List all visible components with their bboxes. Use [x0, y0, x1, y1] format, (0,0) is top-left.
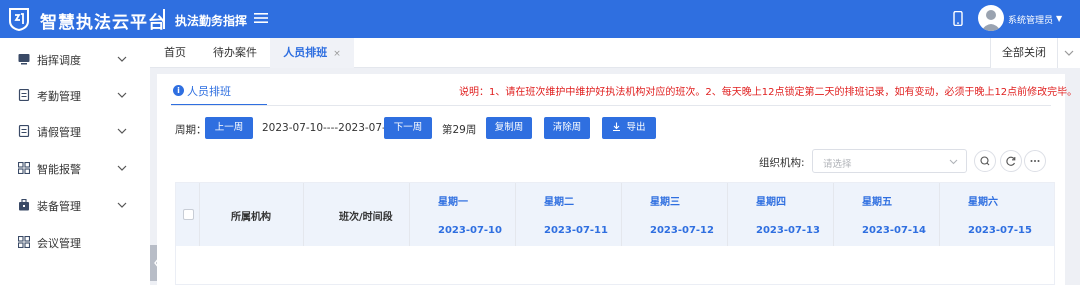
more-icon [1030, 160, 1040, 162]
day-date: 2023-07-14 [862, 225, 926, 236]
header-day: 星期二 2023-07-11 [516, 183, 622, 246]
day-name: 星期一 [438, 197, 468, 208]
top-bar: 智慧执法云平台 执法勤务指挥 系统管理员 ▼ [0, 0, 1080, 38]
panel-tab-staff-scheduling[interactable]: i 人员排班 [171, 80, 267, 106]
week-number: 第29周 [442, 124, 477, 136]
clear-week-button[interactable]: 清除周 [544, 117, 590, 139]
logo-icon [9, 8, 29, 31]
org-select-placeholder: 请选择 [823, 159, 852, 170]
day-date: 2023-07-13 [756, 225, 820, 236]
day-name: 星期六 [968, 197, 998, 208]
column-header: 所属机构 [231, 212, 271, 223]
export-label: 导出 [626, 122, 646, 133]
sidebar-item-label: 请假管理 [37, 126, 81, 139]
tab-home[interactable]: 首页 [150, 38, 200, 68]
more-button[interactable] [1024, 150, 1046, 172]
chevron-down-icon [117, 92, 127, 98]
more-tabs-button[interactable] [1058, 38, 1080, 68]
header-day: 星期四 2023-07-13 [728, 183, 834, 246]
caret-down-icon[interactable]: ▼ [1056, 14, 1062, 23]
column-header: 班次/时间段 [339, 212, 393, 223]
grid-icon [18, 162, 30, 174]
header-day: 星期六 2023-07-15 [940, 183, 1054, 246]
header-org: 所属机构 [200, 183, 304, 246]
copy-week-button[interactable]: 复制周 [486, 117, 532, 139]
header-day: 星期三 2023-07-12 [622, 183, 728, 246]
sidebar-item-attendance[interactable]: 考勤管理 [0, 78, 150, 114]
schedule-table: 所属机构 班次/时间段 星期一 2023-07-10 星期二 2023-07-1… [175, 182, 1055, 285]
export-button[interactable]: 导出 [602, 117, 656, 139]
day-date: 2023-07-11 [544, 225, 608, 236]
chevron-down-icon [1064, 50, 1074, 56]
sidebar-item-label: 指挥调度 [37, 54, 81, 67]
dispatch-icon [18, 54, 30, 65]
week-controls: 周期： 上一周 2023-07-10----2023-07-16 下一周 第29… [157, 117, 1065, 139]
next-week-button[interactable]: 下一周 [384, 117, 432, 139]
date-range: 2023-07-10----2023-07-16 [262, 122, 400, 134]
close-all-tabs-button[interactable]: 全部关闭 [990, 38, 1058, 68]
day-name: 星期二 [544, 197, 574, 208]
sidebar-item-leave[interactable]: 请假管理 [0, 114, 150, 150]
user-avatar-icon [981, 10, 1001, 31]
header-shift: 班次/时间段 [304, 183, 410, 246]
app-title: 智慧执法云平台 [40, 13, 166, 33]
search-icon [980, 156, 990, 166]
tab-close-icon[interactable]: × [333, 49, 341, 59]
refresh-button[interactable] [1000, 150, 1022, 172]
menu-toggle-icon[interactable] [254, 12, 268, 24]
sidebar-item-label: 智能报警 [37, 163, 81, 176]
org-label: 组织机构: [759, 157, 805, 169]
search-button[interactable] [974, 150, 996, 172]
header-day: 星期五 2023-07-14 [834, 183, 940, 246]
equipment-icon [19, 199, 29, 211]
mobile-icon[interactable] [953, 11, 963, 26]
sidebar: 指挥调度 考勤管理 请假管理 智能报警 装备管理 会议管理 [0, 38, 150, 285]
title-divider [163, 9, 165, 29]
tab-staff-scheduling[interactable]: 人员排班 × [270, 38, 354, 68]
panel-tab-label: 人员排班 [187, 85, 231, 98]
day-date: 2023-07-10 [438, 225, 502, 236]
chevron-down-icon [117, 128, 127, 134]
sidebar-item-label: 考勤管理 [37, 90, 81, 103]
day-name: 星期三 [650, 197, 680, 208]
sidebar-item-meeting[interactable]: 会议管理 [0, 225, 150, 261]
day-name: 星期四 [756, 197, 786, 208]
tab-label: 首页 [164, 46, 186, 59]
table-header: 所属机构 班次/时间段 星期一 2023-07-10 星期二 2023-07-1… [176, 183, 1054, 246]
tab-pending-cases[interactable]: 待办案件 [202, 38, 268, 68]
select-all-checkbox[interactable] [183, 209, 194, 220]
sidebar-item-dispatch[interactable]: 指挥调度 [0, 42, 150, 78]
document-icon [18, 89, 30, 101]
avatar[interactable] [978, 5, 1004, 31]
module-title: 执法勤务指挥 [175, 14, 248, 28]
tab-label: 人员排班 [283, 46, 328, 59]
chevron-down-icon [117, 56, 127, 62]
sidebar-item-label: 装备管理 [37, 200, 81, 213]
day-date: 2023-07-15 [968, 225, 1032, 236]
org-select[interactable]: 请选择 [812, 149, 967, 173]
day-name: 星期五 [862, 197, 892, 208]
grid-icon [18, 236, 30, 248]
chevron-down-icon [949, 159, 958, 165]
scheduling-panel: i 人员排班 说明：1、请在班次维护中维护好执法机构对应的班次。2、每天晚上12… [157, 74, 1077, 285]
info-icon: i [173, 85, 184, 96]
header-select-cell [176, 183, 200, 246]
tab-label: 待办案件 [213, 46, 257, 59]
refresh-icon [1006, 156, 1016, 166]
header-day: 星期一 2023-07-10 [410, 183, 516, 246]
week-label: 周期： [175, 124, 207, 136]
day-date: 2023-07-12 [650, 225, 714, 236]
username[interactable]: 系统管理员 [1008, 13, 1053, 26]
download-icon [613, 122, 621, 132]
notice-text: 说明：1、请在班次维护中维护好执法机构对应的班次。2、每天晚上12点锁定第二天的… [459, 87, 1078, 98]
document-icon [18, 125, 30, 137]
sidebar-item-equipment[interactable]: 装备管理 [0, 188, 150, 224]
sidebar-item-alarm[interactable]: 智能报警 [0, 151, 150, 187]
chevron-down-icon [117, 165, 127, 171]
divider [171, 105, 1051, 106]
tab-bar: 首页 待办案件 人员排班 × [150, 38, 1080, 68]
sidebar-item-label: 会议管理 [37, 237, 81, 250]
chevron-down-icon [117, 202, 127, 208]
prev-week-button[interactable]: 上一周 [205, 117, 253, 139]
